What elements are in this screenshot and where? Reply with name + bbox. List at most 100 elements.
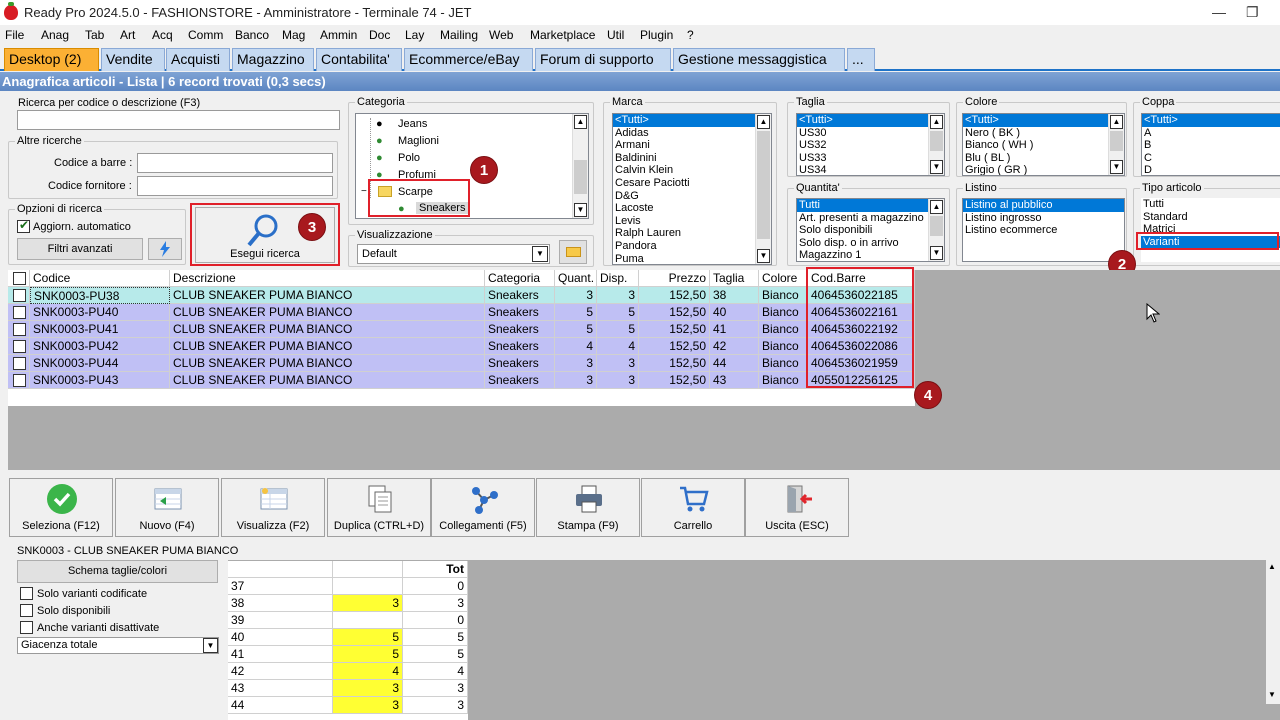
menu-doc[interactable]: Doc <box>369 28 390 42</box>
menu-comm[interactable]: Comm <box>188 28 223 42</box>
tab-magazzino[interactable]: Magazzino <box>232 48 314 71</box>
taglia-option[interactable]: <Tutti> <box>797 114 944 127</box>
variant-qty[interactable] <box>333 612 403 629</box>
coppa-option[interactable]: B <box>1142 139 1280 152</box>
menu-acq[interactable]: Acq <box>152 28 173 42</box>
tipo-option[interactable]: Standard <box>1141 211 1280 224</box>
collapse-icon[interactable]: − <box>361 186 367 197</box>
tab-desktop[interactable]: Desktop (2) <box>4 48 99 71</box>
row-checkbox[interactable] <box>13 323 26 336</box>
quantita-option[interactable]: Magazzino 1 <box>797 249 944 261</box>
marca-option[interactable]: Cesare Paciotti <box>613 177 771 190</box>
marca-option[interactable]: Armani <box>613 139 771 152</box>
tree-item-maglioni[interactable]: Maglioni <box>398 135 439 147</box>
row-checkbox[interactable] <box>13 357 26 370</box>
duplicate-button[interactable]: Duplica (CTRL+D) <box>327 478 431 537</box>
barcode-input[interactable] <box>137 153 333 173</box>
tab-vendite[interactable]: Vendite <box>101 48 165 71</box>
quantita-option[interactable]: Art. presenti a magazzino <box>797 212 944 225</box>
view-button[interactable]: Visualizza (F2) <box>221 478 325 537</box>
marca-option[interactable]: Levis <box>613 215 771 228</box>
listino-option[interactable]: Listino ecommerce <box>963 224 1124 237</box>
row-checkbox[interactable] <box>13 289 26 302</box>
colore-option[interactable]: Blu ( BL ) <box>963 152 1124 165</box>
quantita-option[interactable]: Tutti <box>797 199 944 212</box>
visualizzazione-select[interactable]: Default <box>357 244 550 264</box>
minimize-icon[interactable]: — <box>1212 4 1226 20</box>
scroll-up-icon[interactable]: ▲ <box>1268 562 1276 571</box>
new-button[interactable]: Nuovo (F4) <box>115 478 219 537</box>
variant-qty[interactable] <box>333 578 403 595</box>
menu-lay[interactable]: Lay <box>405 28 424 42</box>
advanced-filters-button[interactable]: Filtri avanzati <box>17 238 143 260</box>
tree-item-jeans[interactable]: Jeans <box>398 118 427 130</box>
menu-plugin[interactable]: Plugin <box>640 28 673 42</box>
restore-icon[interactable]: ❐ <box>1246 4 1259 21</box>
tab-forum[interactable]: Forum di supporto <box>535 48 671 71</box>
variant-qty[interactable]: 5 <box>333 646 403 663</box>
variant-qty[interactable]: 4 <box>333 663 403 680</box>
exit-button[interactable]: Uscita (ESC) <box>745 478 849 537</box>
menu-marketplace[interactable]: Marketplace <box>530 28 595 42</box>
categoria-scrollbar[interactable]: ▲ ▼ <box>572 114 588 218</box>
menu-web[interactable]: Web <box>489 28 513 42</box>
variant-grid-scrollbar[interactable]: ▲ ▼ <box>1266 560 1280 704</box>
marca-option[interactable]: Ralph Lauren <box>613 227 771 240</box>
taglia-option[interactable]: US33 <box>797 152 944 165</box>
marca-option[interactable]: D&G <box>613 190 771 203</box>
marca-option[interactable]: Puma <box>613 253 771 264</box>
menu-banco[interactable]: Banco <box>235 28 269 42</box>
col-quant[interactable]: Quant. <box>555 270 597 287</box>
table-row[interactable]: SNK0003-PU38 CLUB SNEAKER PUMA BIANCO Snea… <box>8 287 915 304</box>
menu-tab[interactable]: Tab <box>85 28 104 42</box>
supplier-code-input[interactable] <box>137 176 333 196</box>
links-button[interactable]: Collegamenti (F5) <box>431 478 535 537</box>
coded-variants-checkbox[interactable] <box>20 587 33 600</box>
tab-messaggistica[interactable]: Gestione messaggistica <box>673 48 845 71</box>
variant-qty[interactable]: 3 <box>333 680 403 697</box>
row-checkbox[interactable] <box>13 340 26 353</box>
menu-mag[interactable]: Mag <box>282 28 305 42</box>
col-codice[interactable]: Codice <box>30 270 170 287</box>
marca-option[interactable]: Baldinini <box>613 152 771 165</box>
taglia-option[interactable]: US34 <box>797 164 944 175</box>
available-only-checkbox[interactable] <box>20 604 33 617</box>
chevron-down-icon[interactable]: ▼ <box>203 638 218 653</box>
tab-ecommerce[interactable]: Ecommerce/eBay <box>404 48 533 71</box>
variant-qty[interactable]: 3 <box>333 697 403 714</box>
taglia-option[interactable]: US30 <box>797 127 944 140</box>
table-row[interactable]: SNK0003-PU41 CLUB SNEAKER PUMA BIANCO Snea… <box>8 321 915 338</box>
colore-list[interactable]: <Tutti> Nero ( BK ) Bianco ( WH ) Blu ( … <box>962 113 1125 176</box>
colore-option[interactable]: Bianco ( WH ) <box>963 139 1124 152</box>
table-row[interactable]: SNK0003-PU42 CLUB SNEAKER PUMA BIANCO Snea… <box>8 338 915 355</box>
colore-option[interactable]: <Tutti> <box>963 114 1124 127</box>
marca-option[interactable]: Adidas <box>613 127 771 140</box>
marca-option[interactable]: Pandora <box>613 240 771 253</box>
quantita-list[interactable]: Tutti Art. presenti a magazzino Solo dis… <box>796 198 945 262</box>
col-colore[interactable]: Colore <box>759 270 808 287</box>
variant-qty[interactable]: 3 <box>333 595 403 612</box>
col-prezzo[interactable]: Prezzo <box>639 270 710 287</box>
size-color-schema-button[interactable]: Schema taglie/colori <box>17 560 218 583</box>
colore-scrollbar[interactable]: ▲ ▼ <box>1108 114 1124 175</box>
search-input[interactable] <box>17 110 340 130</box>
tipo-articolo-list[interactable]: Tutti Standard Matrici Varianti <box>1141 198 1280 262</box>
cart-button[interactable]: Carrello <box>641 478 745 537</box>
colore-option[interactable]: Grigio ( GR ) <box>963 164 1124 175</box>
quantita-option[interactable]: Solo disponibili <box>797 224 944 237</box>
quantita-scrollbar[interactable]: ▲ ▼ <box>928 199 944 261</box>
menu-anag[interactable]: Anag <box>41 28 69 42</box>
col-descrizione[interactable]: Descrizione <box>170 270 485 287</box>
marca-option[interactable]: <Tutti> <box>613 114 771 127</box>
table-row[interactable]: SNK0003-PU40 CLUB SNEAKER PUMA BIANCO Snea… <box>8 304 915 321</box>
col-disp[interactable]: Disp. <box>597 270 639 287</box>
open-view-button[interactable] <box>559 240 587 264</box>
taglia-option[interactable]: US32 <box>797 139 944 152</box>
tree-item-polo[interactable]: Polo <box>398 152 420 164</box>
menu-file[interactable]: File <box>5 28 24 42</box>
coppa-option[interactable]: C <box>1142 152 1280 165</box>
colore-option[interactable]: Nero ( BK ) <box>963 127 1124 140</box>
coppa-option[interactable]: A <box>1142 127 1280 140</box>
marca-list[interactable]: <Tutti> Adidas Armani Baldinini Calvin K… <box>612 113 772 265</box>
menu-art[interactable]: Art <box>120 28 135 42</box>
